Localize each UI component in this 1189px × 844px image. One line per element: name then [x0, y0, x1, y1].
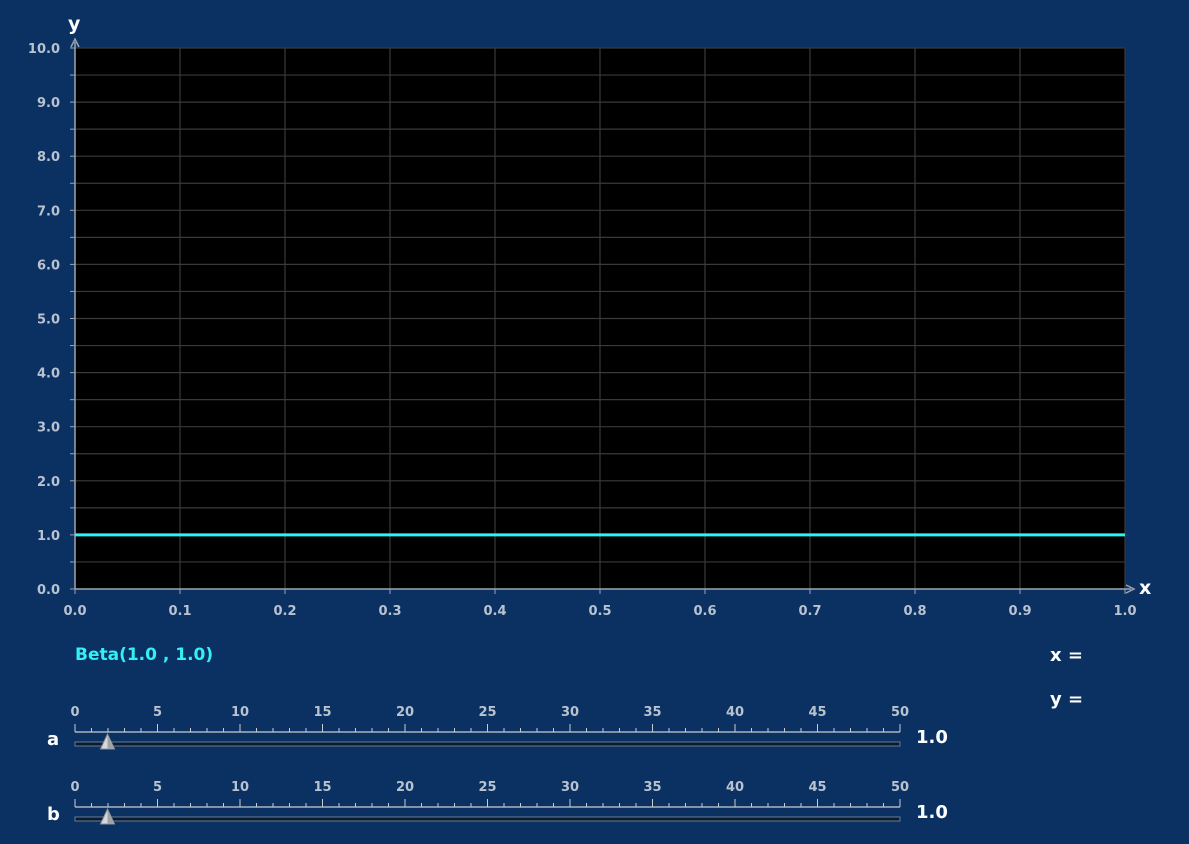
slider-b-label: b — [47, 804, 60, 825]
y-tick-label: 1.0 — [37, 529, 60, 544]
x-tick-label: 0.8 — [903, 604, 926, 619]
slider-b-value: 1.0 — [916, 802, 948, 823]
slider-a-label: a — [47, 729, 60, 750]
slider-tick-label: 0 — [70, 705, 79, 720]
y-tick-labels: 0.0 1.0 2.0 3.0 4.0 5.0 6.0 7.0 8.0 9.0 10.0 — [28, 42, 60, 598]
slider-tick-label: 10 — [231, 705, 249, 720]
x-tick-label: 0.7 — [798, 604, 821, 619]
slider-rail[interactable] — [74, 816, 901, 822]
slider-tick-label: 30 — [561, 705, 579, 720]
slider-tick-label: 15 — [313, 705, 331, 720]
slider-tick-label: 45 — [808, 780, 826, 795]
slider-b-track[interactable]: 0 5 10 15 20 25 30 35 40 45 50 — [0, 775, 1189, 833]
slider-tick-label: 20 — [396, 780, 414, 795]
y-tick-label: 0.0 — [37, 583, 60, 598]
y-tick-label: 6.0 — [37, 258, 60, 273]
slider-tick-label: 0 — [70, 780, 79, 795]
slider-tick-label: 50 — [891, 705, 909, 720]
distribution-label: Beta(1.0 , 1.0) — [75, 645, 214, 665]
slider-tick-label: 35 — [643, 705, 661, 720]
y-tick-label: 4.0 — [37, 367, 60, 382]
slider-tick-label: 5 — [153, 780, 162, 795]
x-readout: x = — [1050, 645, 1089, 666]
x-tick-label: 0.5 — [588, 604, 611, 619]
slider-tick-label: 10 — [231, 780, 249, 795]
y-tick-label: 2.0 — [37, 475, 60, 490]
slider-tick-label: 25 — [478, 705, 496, 720]
y-tick-label: 5.0 — [37, 313, 60, 328]
y-axis-label: y — [68, 13, 81, 35]
x-tick-label: 0.0 — [63, 604, 86, 619]
x-tick-label: 0.6 — [693, 604, 716, 619]
x-tick-label: 0.2 — [273, 604, 296, 619]
x-tick-label: 0.1 — [168, 604, 191, 619]
slider-tick-label: 40 — [726, 705, 744, 720]
y-tick-label: 10.0 — [28, 42, 60, 57]
y-tick-label: 7.0 — [37, 204, 60, 219]
slider-b[interactable]: 0 5 10 15 20 25 30 35 40 45 50 b 1.0 — [0, 775, 1189, 833]
slider-tick-label: 30 — [561, 780, 579, 795]
grid-lines — [74, 47, 1126, 590]
slider-tick-label: 20 — [396, 705, 414, 720]
slider-tick-label: 25 — [478, 780, 496, 795]
beta-distribution-chart[interactable]: 0.0 0.1 0.2 0.3 0.4 0.5 0.6 0.7 0.8 0.9 1.0 0.0 1.0… — [0, 0, 1189, 630]
slider-tick-label: 50 — [891, 780, 909, 795]
x-tick-label: 0.9 — [1008, 604, 1031, 619]
x-tick-label: 0.4 — [483, 604, 506, 619]
x-axis-label: x — [1139, 577, 1151, 599]
x-tick-label: 0.3 — [378, 604, 401, 619]
slider-tick-label: 15 — [313, 780, 331, 795]
slider-tick-label: 40 — [726, 780, 744, 795]
y-tick-label: 3.0 — [37, 421, 60, 436]
slider-tick-label: 5 — [153, 705, 162, 720]
slider-a[interactable]: 0 5 10 15 20 25 30 35 40 45 50 a 1.0 — [0, 700, 1189, 758]
x-readout-label: x = — [1050, 645, 1083, 666]
y-tick-label: 8.0 — [37, 150, 60, 165]
x-tick-label: 1.0 — [1113, 604, 1136, 619]
slider-tick-label: 35 — [643, 780, 661, 795]
slider-rail[interactable] — [74, 741, 901, 747]
slider-a-track[interactable]: 0 5 10 15 20 25 30 35 40 45 50 — [0, 700, 1189, 758]
x-tick-labels: 0.0 0.1 0.2 0.3 0.4 0.5 0.6 0.7 0.8 0.9 1.0 — [63, 604, 1136, 619]
y-tick-label: 9.0 — [37, 96, 60, 111]
slider-tick-label: 45 — [808, 705, 826, 720]
slider-a-value: 1.0 — [916, 727, 948, 748]
